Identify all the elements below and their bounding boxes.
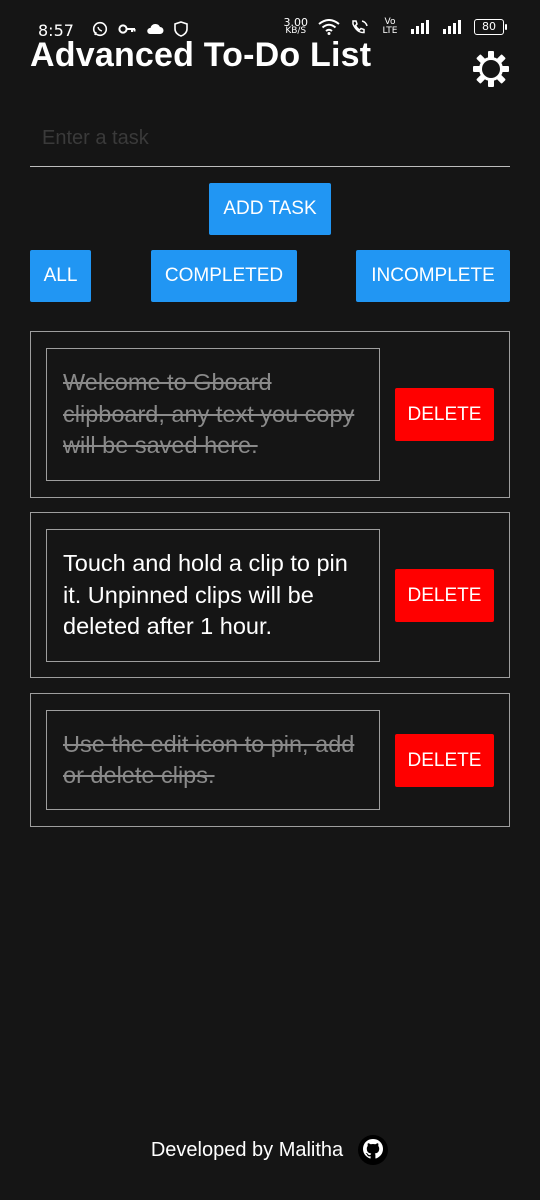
status-bar: 8:57 3.00 KB/S Vo LTE 80 (0, 0, 540, 40)
delete-task-button[interactable]: DELETE (395, 569, 494, 622)
task-input-container (30, 114, 510, 167)
github-icon[interactable] (357, 1134, 389, 1166)
task-item: Touch and hold a clip to pin it. Unpinne… (30, 512, 510, 678)
whatsapp-icon (92, 21, 108, 37)
filter-incomplete-button[interactable]: INCOMPLETE (356, 250, 510, 302)
system-icons: 3.00 KB/S Vo LTE 80 (283, 16, 507, 36)
gear-icon (473, 51, 509, 87)
signal-icon-2 (443, 20, 461, 34)
filter-all-button[interactable]: ALL (30, 250, 91, 302)
notification-icons (92, 21, 188, 37)
shield-icon (174, 21, 188, 37)
task-input[interactable] (30, 114, 510, 162)
task-text[interactable]: Use the edit icon to pin, add or delete … (46, 710, 380, 810)
signal-icon (411, 20, 429, 34)
wifi-calling-icon (352, 20, 368, 34)
task-item: Welcome to Gboard clipboard, any text yo… (30, 331, 510, 498)
delete-task-button[interactable]: DELETE (395, 734, 494, 787)
filter-completed-button[interactable]: COMPLETED (151, 250, 297, 302)
battery-indicator: 80 (474, 19, 507, 35)
delete-task-button[interactable]: DELETE (395, 388, 494, 441)
volte-indicator: Vo LTE (382, 17, 398, 36)
task-text[interactable]: Welcome to Gboard clipboard, any text yo… (46, 348, 380, 481)
footer-credit: Developed by Malitha (150, 1138, 344, 1161)
add-task-button[interactable]: ADD TASK (209, 183, 331, 235)
network-speed: 3.00 KB/S (283, 16, 309, 36)
task-item: Use the edit icon to pin, add or delete … (30, 693, 510, 827)
key-icon (118, 24, 136, 34)
wifi-icon (318, 19, 340, 35)
cloud-icon (147, 23, 164, 34)
app-title: Advanced To-Do List (30, 36, 372, 74)
settings-button[interactable] (472, 50, 510, 88)
footer: Developed by Malitha (0, 1134, 540, 1166)
task-text[interactable]: Touch and hold a clip to pin it. Unpinne… (46, 529, 380, 662)
